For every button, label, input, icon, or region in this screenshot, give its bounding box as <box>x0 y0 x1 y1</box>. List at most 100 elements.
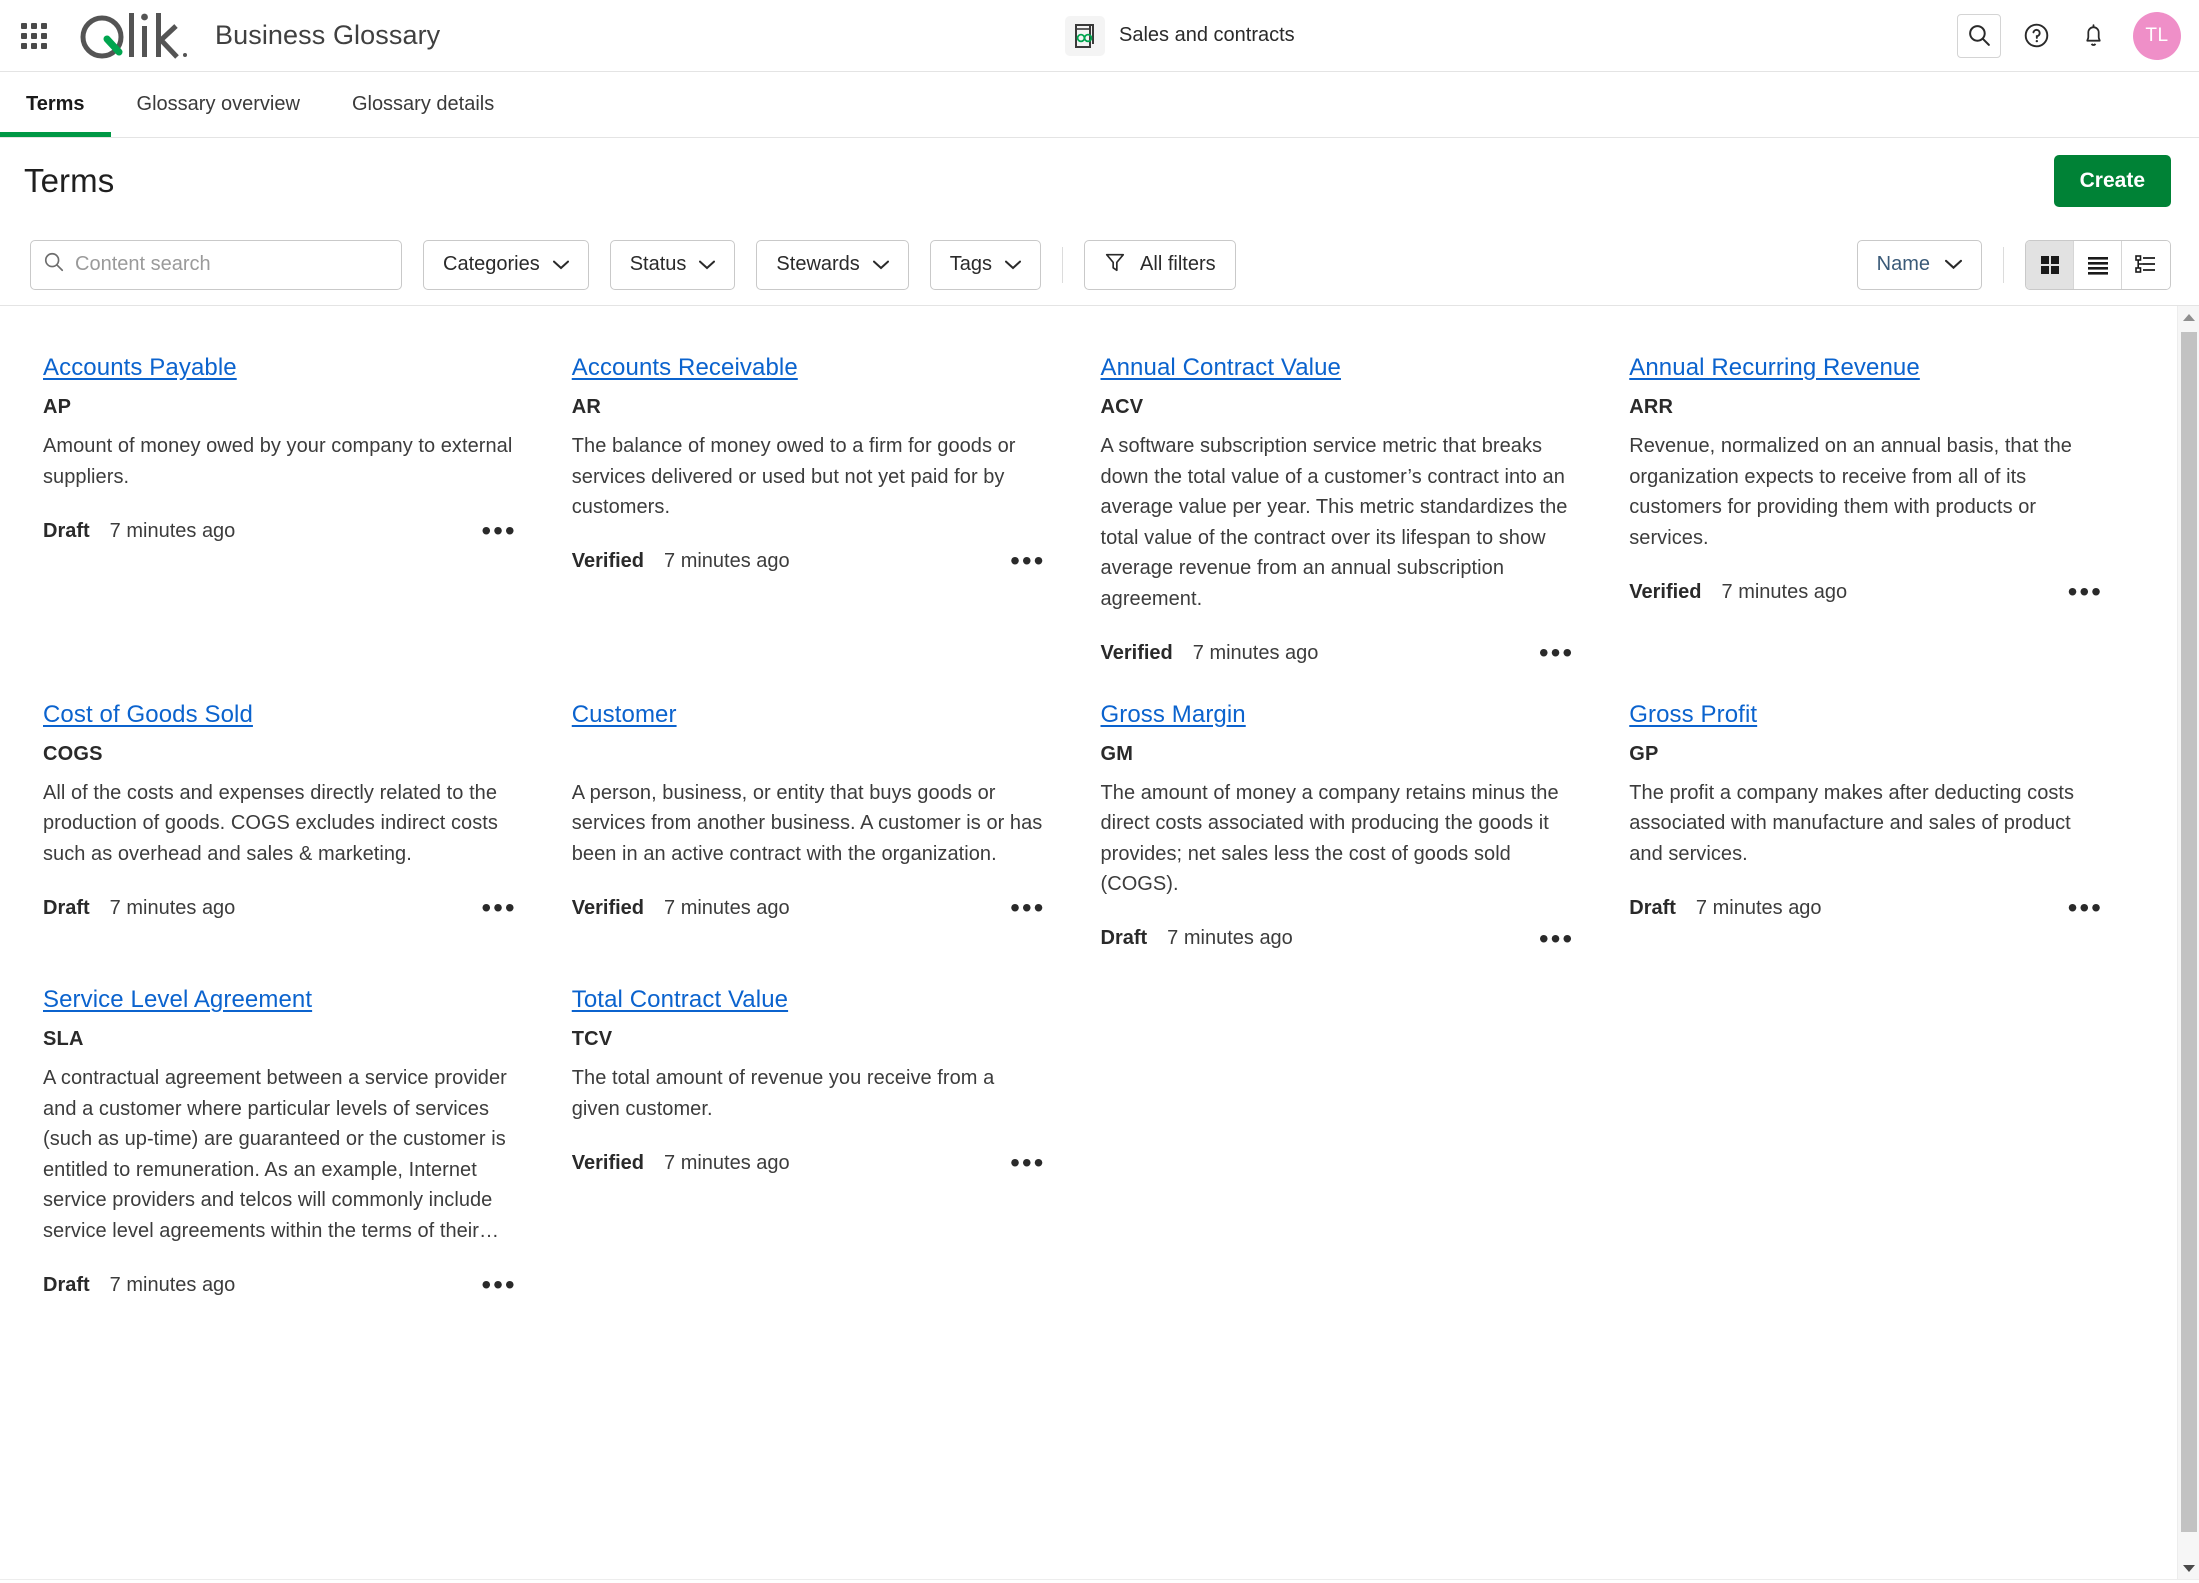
status-badge: Draft <box>43 896 90 919</box>
updated-timestamp: 7 minutes ago <box>664 1151 790 1174</box>
term-abbreviation <box>572 743 1046 767</box>
updated-timestamp: 7 minutes ago <box>1167 927 1293 950</box>
term-description: The balance of money owed to a firm for … <box>571 435 1016 519</box>
chevron-down-icon <box>872 253 889 276</box>
term-card-footer: Draft 7 minutes ago ••• <box>1629 891 2103 925</box>
glossary-book-icon <box>1065 15 1105 56</box>
filter-tags[interactable]: Tags <box>929 239 1042 290</box>
status-badge: Draft <box>43 519 90 542</box>
status-badge: Draft <box>43 1274 90 1296</box>
term-title-link[interactable]: Gross Margin <box>1101 701 1246 729</box>
term-title-link[interactable]: Accounts Receivable <box>572 354 798 382</box>
term-card[interactable]: Accounts Payable AP Amount of money owed… <box>24 334 553 681</box>
tab-glossary-details[interactable]: Glossary details <box>326 72 520 137</box>
term-card-footer: Draft 7 minutes ago ••• <box>43 514 517 548</box>
term-title-link[interactable]: Total Contract Value <box>572 986 788 1014</box>
page-header: Terms Create <box>0 138 2199 224</box>
term-abbreviation: ACV <box>1100 396 1144 418</box>
tree-view-icon[interactable] <box>2122 240 2170 289</box>
term-overflow-menu-icon[interactable]: ••• <box>481 894 516 922</box>
term-card[interactable]: Accounts Receivable AR The balance of mo… <box>553 334 1082 681</box>
term-title-link[interactable]: Annual Recurring Revenue <box>1629 354 1920 382</box>
chevron-down-icon <box>1945 253 1962 276</box>
filter-label: Tags <box>949 253 993 275</box>
search-input[interactable] <box>75 253 389 276</box>
app-launcher-waffle-icon[interactable] <box>17 19 51 53</box>
filter-categories[interactable]: Categories <box>423 239 589 290</box>
term-overflow-menu-icon[interactable]: ••• <box>1010 1148 1045 1176</box>
term-card[interactable]: Gross Margin GM The amount of money a co… <box>1082 681 1611 966</box>
all-filters-button[interactable]: All filters <box>1084 239 1236 290</box>
term-title-link[interactable]: Cost of Goods Sold <box>43 701 253 729</box>
term-overflow-menu-icon[interactable]: ••• <box>1539 639 1574 667</box>
scrollbar-thumb[interactable] <box>2181 332 2197 1532</box>
create-button[interactable]: Create <box>2053 155 2171 207</box>
term-title-link[interactable]: Accounts Payable <box>43 354 237 382</box>
term-abbreviation: GM <box>1100 742 1134 765</box>
scroll-down-arrow-icon[interactable] <box>2178 1557 2199 1579</box>
term-overflow-menu-icon[interactable]: ••• <box>481 516 516 544</box>
filter-status[interactable]: Status <box>609 239 736 290</box>
user-avatar[interactable]: TL <box>2133 11 2181 60</box>
term-overflow-menu-icon[interactable]: ••• <box>2068 894 2103 922</box>
term-description: The total amount of revenue you receive … <box>571 1066 995 1120</box>
sort-by-dropdown[interactable]: Name <box>1856 239 1982 290</box>
term-title-link[interactable]: Annual Contract Value <box>1101 354 1341 382</box>
filter-stewards[interactable]: Stewards <box>756 239 909 290</box>
term-description: Revenue, normalized on an annual basis, … <box>1629 435 2072 549</box>
help-icon[interactable] <box>2014 14 2058 58</box>
term-overflow-menu-icon[interactable]: ••• <box>481 1271 516 1299</box>
term-title-link[interactable]: Gross Profit <box>1629 701 1757 729</box>
qlik-logo[interactable] <box>77 9 195 61</box>
tab-terms[interactable]: Terms <box>0 72 111 137</box>
updated-timestamp: 7 minutes ago <box>664 896 790 919</box>
term-card-footer: Draft 7 minutes ago ••• <box>43 1269 517 1303</box>
vertical-scrollbar[interactable] <box>2177 306 2199 1579</box>
filter-toolbar: Categories Status Stewards Tags All filt… <box>0 224 2199 306</box>
term-card-footer: Verified 7 minutes ago ••• <box>1629 575 2103 609</box>
term-card-footer: Draft 7 minutes ago ••• <box>43 891 517 925</box>
term-abbreviation: AR <box>571 396 602 418</box>
waffle-dot <box>21 42 27 49</box>
content-search-box[interactable] <box>30 239 402 290</box>
tab-glossary-overview[interactable]: Glossary overview <box>111 72 326 137</box>
status-badge: Draft <box>1100 927 1148 950</box>
term-overflow-menu-icon[interactable]: ••• <box>1539 924 1574 952</box>
status-badge: Draft <box>1629 896 1676 919</box>
status-badge: Verified <box>1629 580 1702 603</box>
term-description: A contractual agreement between a servic… <box>43 1066 507 1242</box>
term-card[interactable]: Cost of Goods Sold COGS All of the costs… <box>24 681 553 966</box>
term-title-link[interactable]: Service Level Agreement <box>43 986 312 1014</box>
term-overflow-menu-icon[interactable]: ••• <box>2068 578 2103 606</box>
term-card[interactable]: Service Level Agreement SLA A contractua… <box>24 966 553 1313</box>
term-card[interactable]: Total Contract Value TCV The total amoun… <box>553 966 1082 1313</box>
sort-label: Name <box>1876 253 1930 275</box>
space-selector[interactable]: Sales and contracts <box>1065 15 1295 56</box>
filter-label: Categories <box>443 253 540 275</box>
term-card-footer: Verified 7 minutes ago ••• <box>572 1146 1046 1180</box>
term-overflow-menu-icon[interactable]: ••• <box>1010 547 1045 575</box>
grid-view-icon[interactable] <box>2026 240 2074 289</box>
term-card[interactable]: Annual Recurring Revenue ARR Revenue, no… <box>1610 334 2139 681</box>
space-name: Sales and contracts <box>1119 24 1295 46</box>
list-view-icon[interactable] <box>2074 240 2122 289</box>
tab-label: Glossary overview <box>136 93 300 115</box>
term-card[interactable]: Gross Profit GP The profit a company mak… <box>1610 681 2139 966</box>
term-overflow-menu-icon[interactable]: ••• <box>1010 894 1045 922</box>
term-card[interactable]: Customer A person, business, or entity t… <box>553 681 1082 966</box>
qlik-logo-mark <box>80 12 187 59</box>
scroll-up-arrow-icon[interactable] <box>2178 306 2199 328</box>
term-description: A software subscription service metric t… <box>1100 435 1568 610</box>
term-description: All of the costs and expenses directly r… <box>43 781 498 865</box>
updated-timestamp: 7 minutes ago <box>109 1274 236 1296</box>
term-title-link[interactable]: Customer <box>572 701 677 729</box>
tab-label: Terms <box>26 93 85 115</box>
notifications-bell-icon[interactable] <box>2071 14 2115 58</box>
updated-timestamp: 7 minutes ago <box>109 519 236 542</box>
search-icon[interactable] <box>1957 13 2001 58</box>
term-abbreviation: ARR <box>1629 396 1674 418</box>
term-abbreviation: GP <box>1629 742 1659 765</box>
chevron-down-icon <box>1005 253 1022 276</box>
app-title: Business Glossary <box>215 20 441 50</box>
term-card[interactable]: Annual Contract Value ACV A software sub… <box>1082 334 1611 681</box>
